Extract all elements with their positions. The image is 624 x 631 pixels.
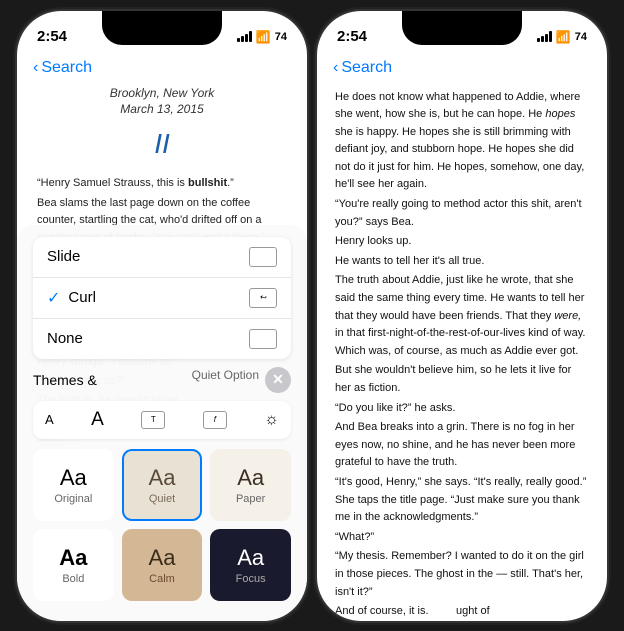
notch (102, 11, 222, 45)
theme-original-aa: Aa (60, 465, 87, 491)
transition-options: Slide ✓ Curl ↩ None (33, 237, 291, 359)
font-type-icon[interactable]: T (141, 411, 165, 429)
status-icons-right: 📶 74 (537, 30, 587, 44)
theme-quiet[interactable]: Aa Quiet (122, 449, 203, 521)
curl-label: Curl (68, 289, 249, 306)
theme-focus-aa: Aa (237, 545, 264, 571)
theme-quiet-aa: Aa (149, 465, 176, 491)
right-phone: 2:54 📶 74 ‹ Search He does not know what… (317, 11, 607, 621)
theme-calm-label: Calm (149, 573, 175, 585)
theme-calm[interactable]: Aa Calm (122, 529, 203, 601)
quiet-option-label: Quiet Option (192, 368, 259, 382)
back-button-left[interactable]: ‹ Search (33, 59, 92, 77)
curl-icon: ↩ (249, 288, 277, 308)
theme-bold-aa: Aa (59, 545, 87, 571)
slide-option[interactable]: Slide (33, 237, 291, 278)
slide-icon (249, 247, 277, 267)
nav-bar-left[interactable]: ‹ Search (17, 55, 307, 85)
brightness-icon[interactable]: ☼ (264, 411, 279, 429)
theme-bold-label: Bold (62, 573, 84, 585)
theme-focus[interactable]: Aa Focus (210, 529, 291, 601)
signal-icon (237, 31, 252, 42)
status-icons-left: 📶 74 (237, 30, 287, 44)
chevron-left-icon-right: ‹ (333, 59, 338, 77)
slide-label: Slide (47, 248, 80, 265)
theme-paper[interactable]: Aa Paper (210, 449, 291, 521)
book-location: Brooklyn, New YorkMarch 13, 2015 (37, 85, 287, 119)
theme-bold[interactable]: Aa Bold (33, 529, 114, 601)
notch-right (402, 11, 522, 45)
close-button[interactable]: ✕ (265, 367, 291, 393)
overlay-panel: Slide ✓ Curl ↩ None (17, 225, 307, 621)
font-small-a[interactable]: A (45, 412, 54, 427)
none-option[interactable]: None (33, 319, 291, 359)
check-icon: ✓ (47, 288, 60, 308)
back-label-left: Search (41, 59, 92, 77)
book-header: Brooklyn, New YorkMarch 13, 2015 II (37, 85, 287, 166)
time-right: 2:54 (337, 28, 367, 45)
none-label: None (47, 330, 83, 347)
wifi-icon: 📶 (256, 30, 271, 44)
battery-right: 74 (575, 31, 587, 43)
reader-content: He does not know what happened to Addie,… (317, 85, 607, 621)
signal-icon-right (537, 31, 552, 42)
chapter-number: II (37, 122, 287, 165)
theme-quiet-label: Quiet (149, 493, 175, 505)
wifi-icon-right: 📶 (556, 30, 571, 44)
font-large-a[interactable]: A (91, 409, 104, 431)
theme-grid: Aa Original Aa Quiet Aa Paper Aa Bold Aa (33, 449, 291, 601)
none-icon (249, 329, 277, 349)
theme-focus-label: Focus (236, 573, 266, 585)
time-left: 2:54 (37, 28, 67, 45)
theme-paper-label: Paper (236, 493, 265, 505)
themes-section: Themes & Quiet Option ✕ (33, 367, 291, 393)
back-label-right: Search (341, 59, 392, 77)
chevron-left-icon: ‹ (33, 59, 38, 77)
theme-original-label: Original (54, 493, 92, 505)
themes-label: Themes & (33, 372, 97, 388)
nav-bar-right[interactable]: ‹ Search (317, 55, 607, 85)
battery-left: 74 (275, 31, 287, 43)
theme-calm-aa: Aa (149, 545, 176, 571)
font-controls: A A T f ☼ (33, 401, 291, 439)
font-style-icon[interactable]: f (203, 411, 227, 429)
back-button-right[interactable]: ‹ Search (333, 59, 392, 77)
theme-original[interactable]: Aa Original (33, 449, 114, 521)
curl-option[interactable]: ✓ Curl ↩ (33, 278, 291, 319)
theme-paper-aa: Aa (237, 465, 264, 491)
left-phone: 2:54 📶 74 ‹ Search Brooklyn, New YorkMar… (17, 11, 307, 621)
